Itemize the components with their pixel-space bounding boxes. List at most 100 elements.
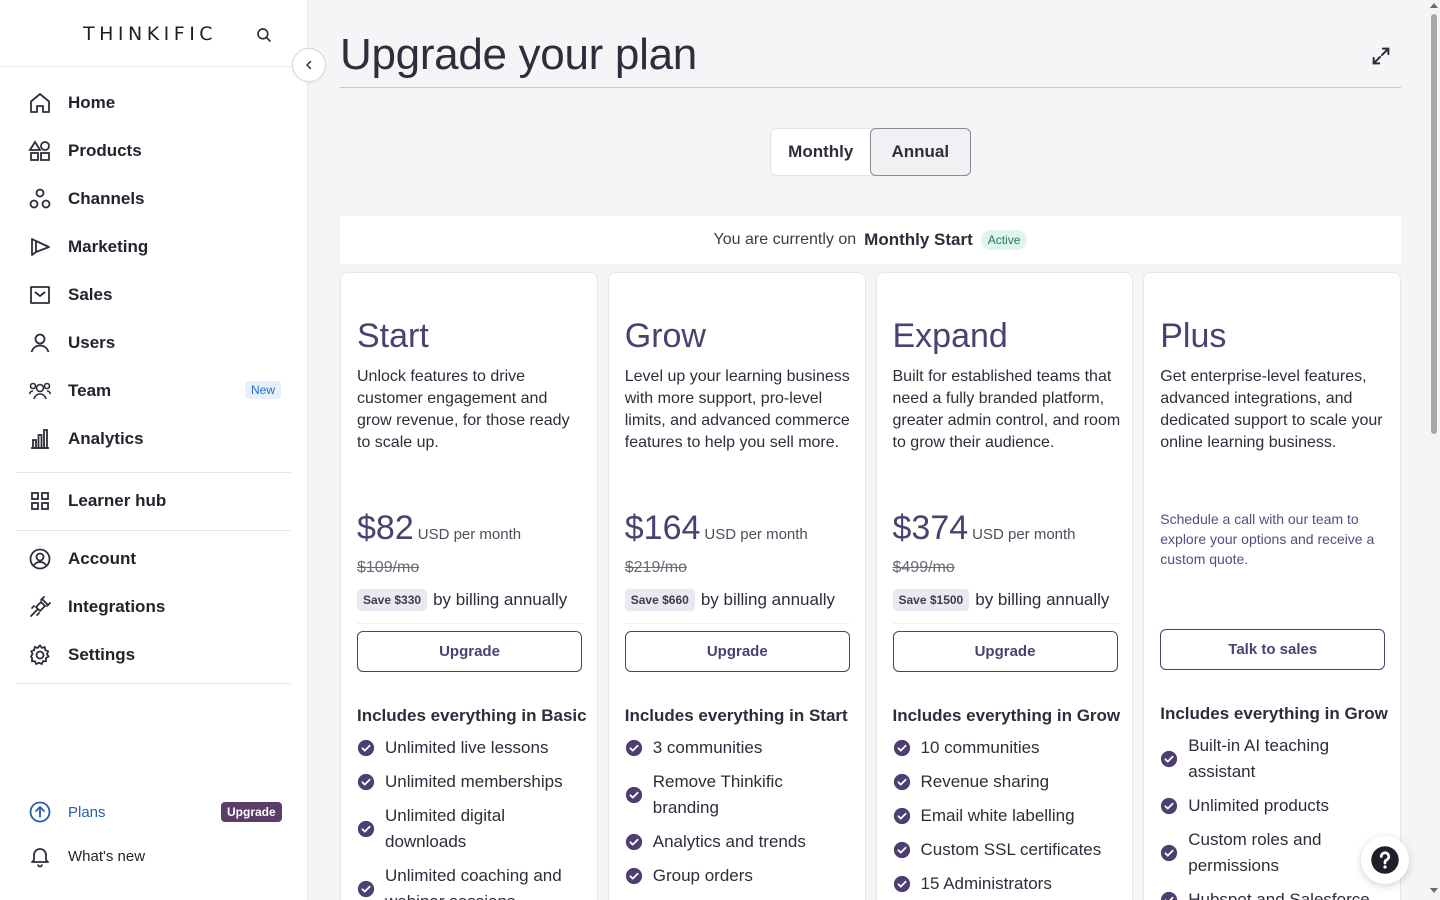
plan-description: Unlock features to drive customer engage…	[357, 368, 570, 451]
monthly-toggle-button[interactable]: Monthly	[771, 129, 871, 175]
feature-list: 3 communities Remove Thinkific branding …	[625, 735, 853, 897]
plan-description: Level up your learning business with mor…	[624, 368, 850, 451]
sidebar-item-users[interactable]: Users	[0, 319, 307, 367]
help-button[interactable]	[1361, 836, 1409, 884]
sidebar-item-analytics[interactable]: Analytics	[0, 415, 307, 463]
sidebar-item-label: Users	[68, 333, 116, 352]
bell-icon	[31, 848, 49, 868]
feature-text: Built-in AI teaching assistant	[1188, 736, 1330, 781]
check-circle-icon	[625, 739, 642, 757]
save-badge: Save $660	[624, 589, 695, 611]
sidebar-item-settings[interactable]: Settings	[0, 631, 307, 679]
title-divider	[340, 87, 1401, 88]
sidebar-item-products[interactable]: Products	[0, 127, 307, 175]
sidebar-item-channels[interactable]: Channels	[0, 175, 307, 223]
feature-item: 3 communities	[625, 735, 853, 761]
check-circle-icon	[893, 807, 910, 825]
current-plan-prefix: You are currently on	[713, 231, 857, 248]
feature-item: 15 Administrators	[893, 871, 1121, 897]
check-circle-icon	[357, 820, 375, 838]
sidebar-item-plans[interactable]: Plans Upgrade	[0, 790, 308, 834]
scroll-down-arrow[interactable]	[1430, 888, 1438, 893]
upgrade-button[interactable]: Upgrade	[357, 631, 582, 672]
check-circle-icon	[893, 841, 910, 859]
billing-toggle: Monthly Annual	[770, 128, 971, 176]
grid-icon	[31, 492, 49, 510]
sidebar-item-learner-hub[interactable]: Learner hub	[0, 477, 307, 525]
plan-price: $374	[892, 509, 969, 547]
page-title: Upgrade your plan	[340, 30, 697, 79]
scroll-thumb[interactable]	[1431, 14, 1437, 434]
sidebar-nav: Home Products Channels Marketing Sales U…	[0, 67, 307, 684]
includes-heading: Includes everything in Start	[624, 706, 848, 725]
sidebar-item-team[interactable]: Team New	[0, 367, 307, 415]
page-scrollbar[interactable]	[1428, 0, 1440, 900]
feature-text: Unlimited digital downloads	[385, 806, 505, 851]
feature-item: Email white labelling	[893, 803, 1121, 829]
card-divider	[892, 623, 1118, 624]
feature-item: Revenue sharing	[893, 769, 1121, 795]
channels-icon	[29, 188, 51, 209]
thinkific-logo[interactable]: THINKIFIC	[83, 23, 217, 45]
feature-text: Email white labelling	[920, 806, 1075, 825]
feature-list: Unlimited live lessons Unlimited members…	[357, 735, 585, 900]
bar-chart-icon	[31, 429, 49, 449]
plan-card-start: Start Unlock features to drive customer …	[340, 272, 598, 900]
feature-text: Custom roles and permissions	[1188, 830, 1322, 875]
new-badge: New	[245, 381, 282, 399]
includes-heading: Includes everything in Grow	[892, 706, 1121, 725]
upgrade-button[interactable]: Upgrade	[624, 631, 850, 672]
plan-description: Get enterprise-level features, advanced …	[1160, 368, 1383, 451]
check-circle-icon	[1161, 797, 1178, 815]
feature-item: Unlimited products	[1160, 793, 1388, 819]
check-circle-icon	[625, 786, 642, 804]
sidebar-item-account[interactable]: Account	[0, 535, 307, 583]
sidebar-item-sales[interactable]: Sales	[0, 271, 307, 319]
check-circle-icon	[1161, 844, 1178, 862]
feature-list: Built-in AI teaching assistant Unlimited…	[1160, 733, 1388, 900]
feature-item: Analytics and trends	[625, 829, 853, 855]
sidebar-item-label: Channels	[68, 189, 145, 208]
feature-text: Remove Thinkific branding	[652, 772, 783, 817]
sidebar-item-label: Plans	[68, 803, 106, 821]
save-row: Save $660 by billing annually	[624, 589, 836, 611]
save-text: by billing annually	[700, 590, 836, 609]
expand-icon[interactable]	[1370, 45, 1392, 67]
feature-item: Built-in AI teaching assistant	[1160, 733, 1388, 785]
plan-name: Plus	[1160, 317, 1227, 355]
plug-icon	[30, 596, 51, 617]
current-plan-name: Monthly Start	[864, 230, 973, 249]
annual-toggle-button[interactable]: Annual	[869, 128, 971, 176]
nav-divider	[16, 472, 291, 473]
search-icon[interactable]	[255, 26, 273, 44]
arrow-up-circle-icon	[29, 801, 51, 823]
sidebar-item-marketing[interactable]: Marketing	[0, 223, 307, 271]
price-unit: USD per month	[417, 526, 522, 543]
current-plan-banner: You are currently on Monthly Start Activ…	[340, 216, 1401, 264]
sidebar-item-label: Learner hub	[68, 491, 167, 510]
sidebar-item-whats-new[interactable]: What's new	[0, 834, 308, 878]
feature-text: Custom SSL certificates	[920, 840, 1102, 859]
feature-item: Unlimited live lessons	[357, 735, 585, 761]
sidebar-item-label: Integrations	[68, 597, 166, 616]
sidebar-item-label: What's new	[68, 847, 146, 865]
includes-heading: Includes everything in Grow	[1160, 704, 1388, 723]
scroll-up-arrow[interactable]	[1430, 3, 1438, 8]
shapes-icon	[28, 140, 50, 161]
plan-cards: Start Unlock features to drive customer …	[340, 272, 1401, 900]
sidebar-item-home[interactable]: Home	[0, 79, 307, 127]
old-price: $219/mo	[624, 559, 688, 576]
check-circle-icon	[625, 833, 642, 851]
sidebar-item-integrations[interactable]: Integrations	[0, 583, 307, 631]
sidebar-item-label: Products	[68, 141, 142, 160]
upgrade-button[interactable]: Upgrade	[892, 631, 1118, 672]
sidebar-item-label: Account	[68, 549, 136, 568]
talk-to-sales-button[interactable]: Talk to sales	[1160, 629, 1386, 670]
inbox-icon	[30, 286, 50, 304]
nav-divider	[16, 530, 291, 531]
plan-description: Built for established teams that need a …	[892, 368, 1121, 451]
feature-text: Unlimited products	[1188, 796, 1330, 815]
sidebar-bottom: Plans Upgrade What's new	[0, 790, 308, 878]
feature-text: Unlimited memberships	[385, 772, 563, 791]
collapse-sidebar-button[interactable]	[292, 48, 326, 82]
